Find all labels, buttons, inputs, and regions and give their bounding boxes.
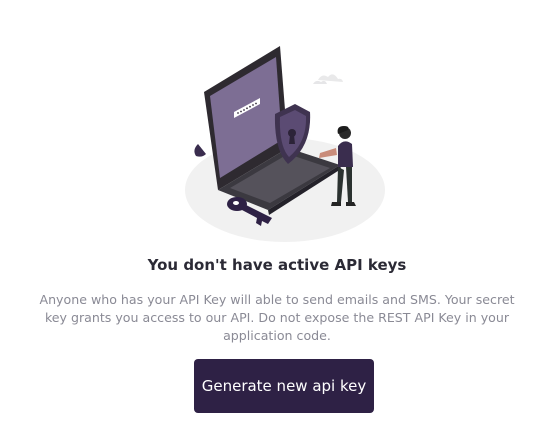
empty-state-description: Anyone who has your API Key will able to… — [39, 292, 515, 343]
laptop-shield-key-illustration — [185, 46, 385, 242]
api-keys-empty-state: You don't have active API keys Anyone wh… — [0, 0, 554, 435]
generate-api-key-button[interactable]: Generate new api key — [194, 359, 374, 413]
security-illustration — [170, 40, 400, 245]
empty-state-title: You don't have active API keys — [147, 256, 407, 274]
